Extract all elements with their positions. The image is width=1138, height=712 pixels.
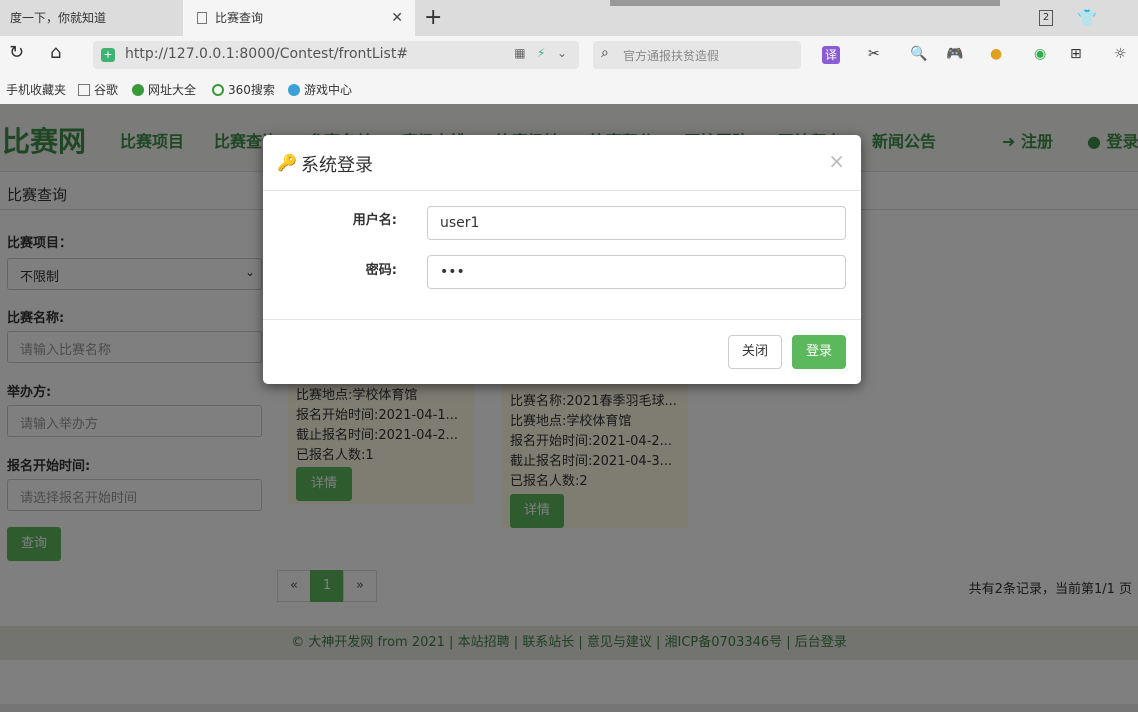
360-icon [212, 84, 224, 96]
translate-icon[interactable]: 译 [822, 46, 840, 64]
grid-icon[interactable]: ⊞ [1070, 46, 1082, 62]
new-tab-button[interactable]: + [424, 4, 442, 32]
window-title-strip [610, 0, 1000, 6]
home-icon[interactable]: ⌂ [50, 42, 61, 63]
browser-tab-active[interactable]: 比赛查询 ✕ [183, 0, 415, 36]
url-text[interactable]: http://127.0.0.1:8000/Contest/frontList# [125, 46, 408, 62]
page-icon [197, 12, 207, 24]
password-field[interactable]: ••• [427, 255, 846, 289]
password-label: 密码: [365, 263, 397, 278]
bookmark-sites[interactable]: 网址大全 [132, 81, 196, 98]
chevron-down-icon[interactable]: ⌄ [557, 46, 567, 60]
address-bar[interactable]: + http://127.0.0.1:8000/Contest/frontLis… [93, 41, 579, 69]
username-field[interactable]: user1 [427, 206, 846, 240]
modal-footer-divider [263, 319, 861, 320]
search-icon: ⌕ [601, 45, 609, 61]
tab-close-icon[interactable]: ✕ [391, 0, 403, 36]
green-circle-icon[interactable]: ◉ [1034, 46, 1046, 62]
browser-tab-bar: 度一下，你就知道 比赛查询 ✕ + 2 👕 [0, 0, 1138, 36]
magnifier-icon[interactable]: 🔍 [910, 46, 927, 62]
close-button[interactable]: 关闭 [728, 335, 782, 369]
reload-icon[interactable]: ↻ [9, 42, 24, 63]
bookmark-mobile[interactable]: 手机收藏夹 [6, 81, 66, 98]
tab-title: 比赛查询 [215, 11, 264, 25]
modal-title: 系统登录 [301, 155, 373, 176]
scissors-icon[interactable]: ✂ [868, 46, 880, 62]
modal-header: 🔑 系统登录 × [263, 135, 861, 191]
login-button[interactable]: 登录 [792, 335, 846, 369]
bookmark-google[interactable]: 谷歌 [78, 81, 118, 98]
tab-count-badge[interactable]: 2 [1039, 10, 1053, 26]
search-placeholder: 官方通报扶贫造假 [623, 49, 720, 63]
settings-icon[interactable]: ☼ [1114, 46, 1127, 62]
extension-icon[interactable]: ● [990, 46, 1002, 62]
bookmarks-bar: 手机收藏夹 谷歌 网址大全 360搜索 游戏中心 [0, 74, 1138, 104]
browser-tab-baidu[interactable]: 度一下，你就知道 [0, 0, 183, 36]
search-box[interactable]: ⌕ 官方通报扶贫造假 [593, 41, 801, 69]
bookmark-360[interactable]: 360搜索 [212, 81, 275, 98]
key-icon: 🔑 [277, 153, 297, 172]
browser-nav-bar: ↻ ⌂ + http://127.0.0.1:8000/Contest/fron… [0, 36, 1138, 74]
username-label: 用户名: [352, 213, 397, 228]
page-icon [78, 84, 90, 96]
login-modal: 🔑 系统登录 × 用户名: user1 密码: ••• 关闭 登录 [263, 135, 861, 384]
game-icon [288, 84, 300, 96]
globe-icon [132, 84, 144, 96]
bolt-icon[interactable]: ⚡ [537, 46, 545, 60]
gamepad-icon[interactable]: 🎮 [946, 46, 963, 62]
url-tools: ▦ ⚡ ⌄ [514, 46, 567, 60]
shield-icon: + [101, 48, 115, 62]
bookmark-games[interactable]: 游戏中心 [288, 81, 352, 98]
close-icon[interactable]: × [828, 149, 845, 173]
qr-icon[interactable]: ▦ [514, 46, 525, 60]
skin-icon[interactable]: 👕 [1077, 8, 1097, 27]
